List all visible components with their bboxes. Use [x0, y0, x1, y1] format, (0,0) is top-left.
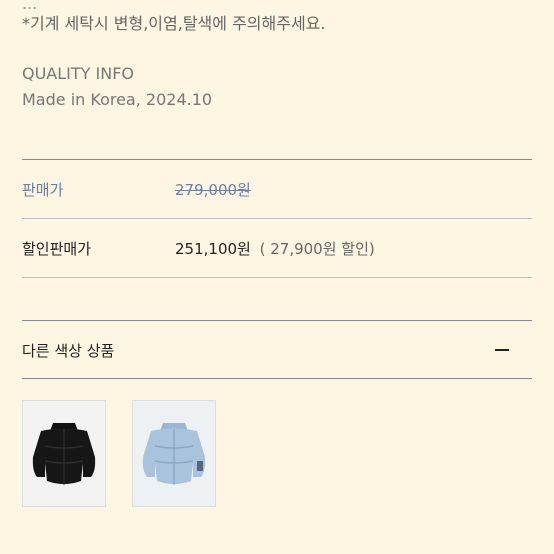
made-in-text: Made in Korea, 2024.10 — [22, 90, 213, 109]
other-colors-title[interactable]: 다른 색상 상품 — [22, 340, 114, 361]
color-option-light-blue[interactable] — [132, 400, 216, 507]
minus-icon — [495, 349, 509, 351]
divider — [22, 218, 532, 219]
divider — [22, 159, 532, 160]
divider — [22, 320, 532, 321]
sale-price-value: 251,100원 ( 27,900원 할인) — [175, 238, 375, 259]
divider — [22, 277, 532, 278]
sale-price-label: 할인판매가 — [22, 240, 92, 258]
wash-warning-note: *기계 세탁시 변형,이염,탈색에 주의해주세요. — [22, 14, 326, 33]
puffer-jacket-black-image — [23, 401, 105, 506]
puffer-jacket-light-blue-image — [133, 401, 215, 506]
price-label: 판매가 — [22, 181, 64, 199]
sale-price: 251,100원 — [175, 240, 251, 258]
quality-info-title: QUALITY INFO — [22, 64, 134, 83]
color-option-black[interactable] — [22, 400, 106, 507]
original-price: 279,000원 — [175, 181, 251, 199]
collapse-toggle-button[interactable] — [494, 340, 510, 360]
discount-amount: ( 27,900원 할인) — [259, 240, 375, 258]
divider — [22, 378, 532, 379]
